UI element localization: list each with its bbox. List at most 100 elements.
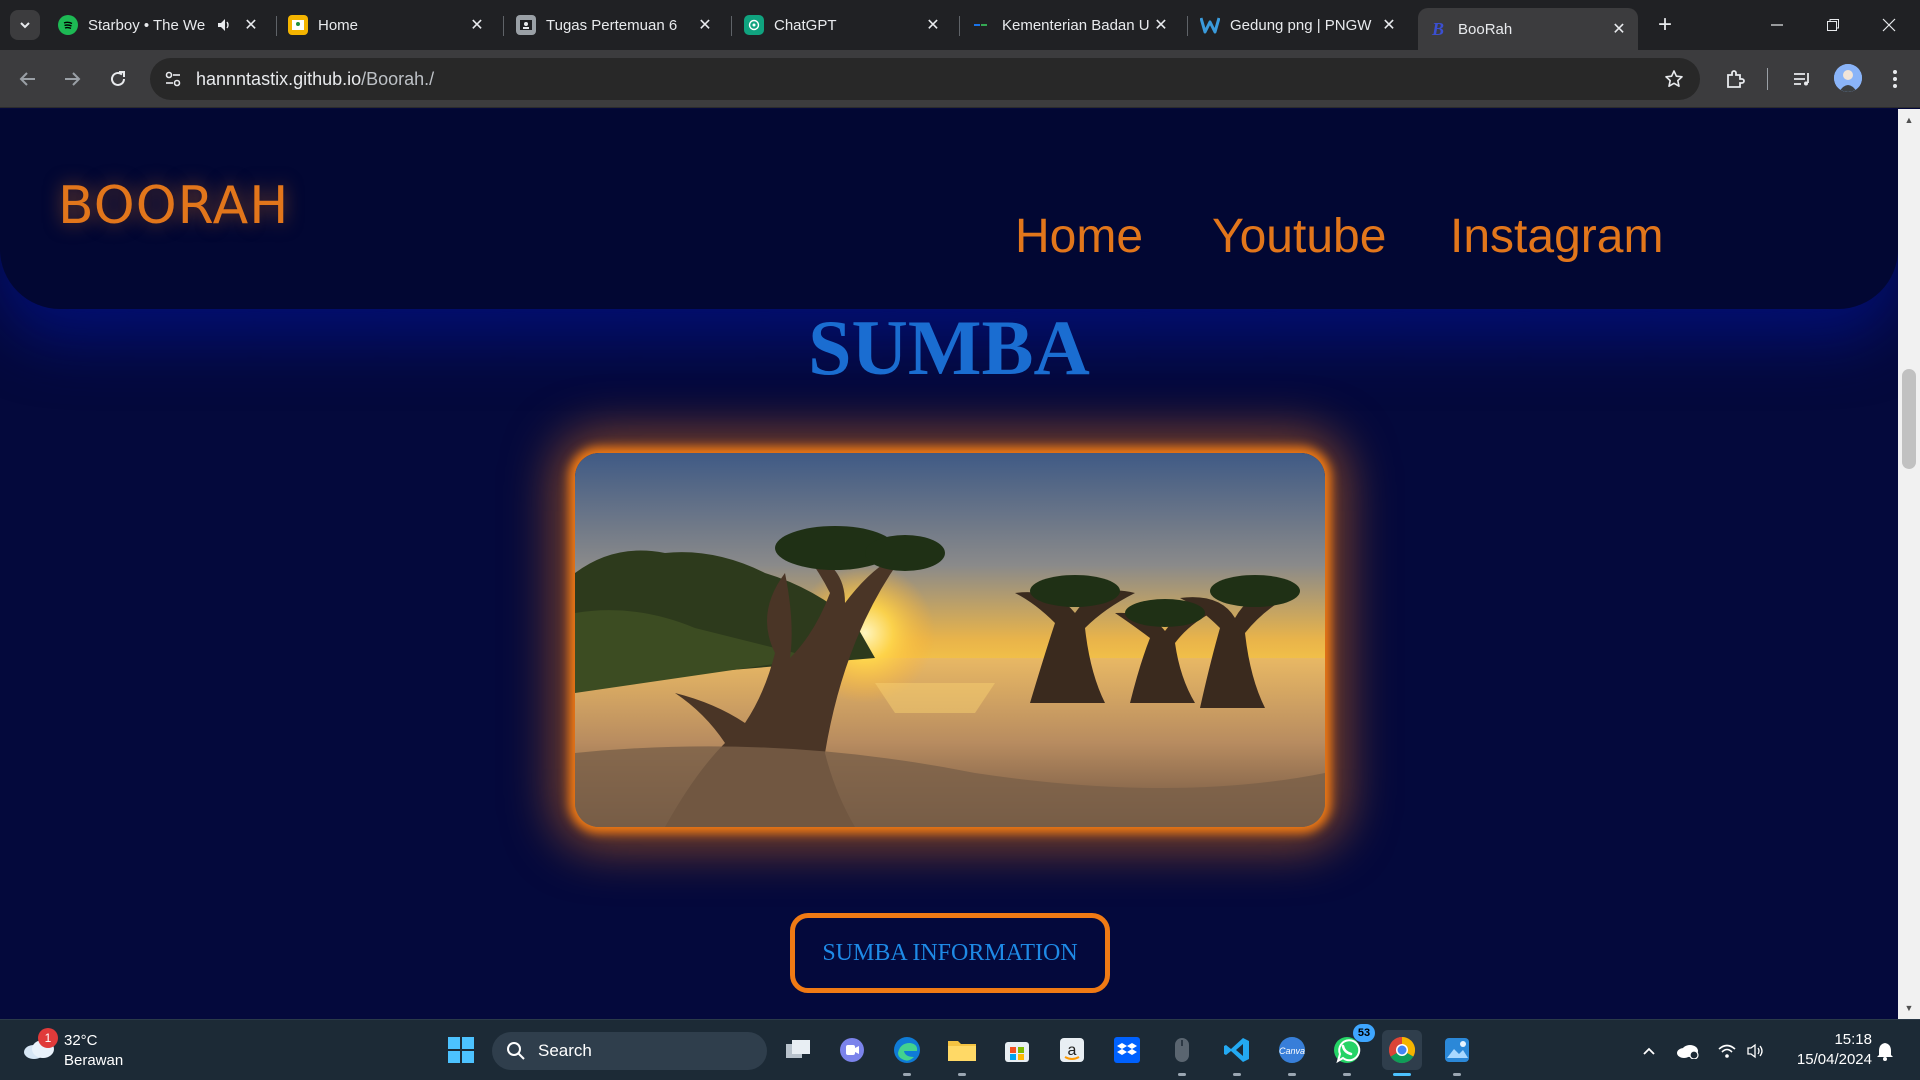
close-tab-icon[interactable]: ✕ [922, 14, 944, 36]
teams-icon [840, 1038, 864, 1062]
chrome-button[interactable] [1382, 1030, 1422, 1076]
microsoft-store-button[interactable] [997, 1030, 1037, 1070]
site-logo[interactable]: BOORAH [58, 176, 289, 236]
plus-icon: + [1657, 11, 1672, 38]
extensions-button[interactable] [1720, 64, 1750, 94]
weather-temperature: 32°C [64, 1032, 98, 1049]
folder-icon [948, 1041, 976, 1061]
more-vertical-icon [1893, 70, 1897, 88]
file-explorer-button[interactable] [942, 1030, 982, 1076]
task-view-button[interactable] [778, 1030, 818, 1070]
toolbar-divider [1767, 68, 1768, 90]
browser-menu-button[interactable] [1880, 64, 1910, 94]
close-tab-icon[interactable]: ✕ [240, 14, 262, 36]
tab-title: Gedung png | PNGW [1230, 16, 1372, 34]
bookmark-star-icon[interactable] [1662, 67, 1686, 91]
page-scrollbar[interactable]: ▲ ▼ [1898, 109, 1920, 1019]
whatsapp-button[interactable]: 53 [1327, 1024, 1375, 1076]
running-indicator [1288, 1073, 1296, 1076]
tab-boorah-active[interactable]: B BooRah ✕ [1418, 8, 1638, 50]
browser-toolbar: hannntastix.github.io/Boorah./ [0, 50, 1920, 108]
notifications-bell-icon[interactable] [1872, 1038, 1898, 1064]
weather-widget[interactable]: 1 32°C Berawan [20, 1028, 150, 1072]
tab-pngwing[interactable]: Gedung png | PNGW ✕ [1190, 8, 1408, 42]
chatgpt-icon [744, 15, 764, 35]
clock-time: 15:18 [1834, 1031, 1872, 1048]
profile-avatar[interactable] [1834, 64, 1862, 92]
url-text[interactable]: hannntastix.github.io/Boorah./ [196, 69, 434, 90]
amazon-icon: a [1060, 1038, 1084, 1062]
reload-button[interactable] [102, 63, 134, 95]
tab-divider [959, 16, 960, 36]
restore-icon [1827, 19, 1839, 31]
tab-tugas[interactable]: Tugas Pertemuan 6 ✕ [506, 8, 724, 42]
system-clock[interactable]: 15:18 15/04/2024 [1782, 1030, 1872, 1070]
wifi-icon[interactable] [1714, 1038, 1740, 1064]
nav-link-home[interactable]: Home [1015, 209, 1143, 264]
sumba-information-button[interactable]: SUMBA INFORMATION [790, 913, 1110, 993]
running-indicator [903, 1073, 911, 1076]
url-host: hannntastix.github.io [196, 69, 362, 89]
close-tab-icon[interactable]: ✕ [466, 14, 488, 36]
back-button[interactable] [12, 63, 44, 95]
scroll-up-arrow-icon[interactable]: ▲ [1898, 111, 1920, 129]
tab-spotify[interactable]: Starboy • The We ✕ [48, 8, 270, 42]
vscode-button[interactable] [1217, 1030, 1257, 1076]
tab-search-button[interactable] [10, 10, 40, 40]
show-hidden-icons-button[interactable] [1636, 1038, 1662, 1064]
page-title: SUMBA [808, 304, 1090, 391]
weather-condition: Berawan [64, 1052, 124, 1069]
minimize-button[interactable] [1749, 0, 1805, 50]
pngwing-icon [1200, 15, 1220, 35]
svg-text:a: a [1068, 1042, 1077, 1059]
ministry-icon [972, 15, 992, 35]
running-indicator [1233, 1073, 1241, 1076]
edge-button[interactable] [887, 1030, 927, 1076]
nav-link-instagram[interactable]: Instagram [1450, 209, 1663, 264]
close-tab-icon[interactable]: ✕ [1150, 14, 1172, 36]
tab-divider [1187, 16, 1188, 36]
restore-button[interactable] [1805, 0, 1861, 50]
new-tab-button[interactable]: + [1650, 10, 1680, 40]
tab-divider [503, 16, 504, 36]
scroll-down-arrow-icon[interactable]: ▼ [1898, 999, 1920, 1017]
running-indicator [1343, 1073, 1351, 1076]
svg-text:Canva: Canva [1279, 1046, 1305, 1056]
task-view-icon [786, 1040, 810, 1058]
forward-button[interactable] [56, 63, 88, 95]
tab-title: Tugas Pertemuan 6 [546, 16, 678, 34]
tab-home[interactable]: Home ✕ [278, 8, 496, 42]
vscode-icon [1224, 1038, 1249, 1062]
media-control-button[interactable] [1787, 64, 1817, 94]
boorah-icon: B [1431, 18, 1444, 39]
tab-kementerian[interactable]: Kementerian Badan U ✕ [962, 8, 1180, 42]
teams-chat-button[interactable] [832, 1030, 872, 1070]
puzzle-icon [1727, 70, 1745, 88]
tab-divider [276, 16, 277, 36]
onedrive-tray-icon[interactable] [1674, 1038, 1700, 1064]
close-tab-icon[interactable]: ✕ [1378, 14, 1400, 36]
nav-link-youtube[interactable]: Youtube [1212, 209, 1386, 264]
browser-tab-strip: Starboy • The We ✕ Home ✕ Tugas Pertemua… [0, 0, 1920, 50]
volume-icon[interactable] [1743, 1038, 1769, 1064]
canva-button[interactable]: Canva [1272, 1030, 1312, 1076]
close-window-button[interactable] [1861, 0, 1917, 50]
edge-icon [894, 1037, 920, 1063]
close-tab-icon[interactable]: ✕ [694, 14, 716, 36]
speaker-icon[interactable] [214, 17, 234, 33]
taskbar-search[interactable]: Search [492, 1032, 767, 1070]
chevron-up-icon [1643, 1047, 1655, 1055]
start-button[interactable] [441, 1030, 481, 1070]
site-info-icon[interactable] [162, 68, 184, 90]
amazon-button[interactable]: a [1052, 1030, 1092, 1070]
close-tab-icon[interactable]: ✕ [1608, 18, 1630, 40]
tab-chatgpt[interactable]: ChatGPT ✕ [734, 8, 952, 42]
photos-button[interactable] [1437, 1030, 1477, 1076]
sumba-sunset-image [575, 453, 1325, 827]
media-queue-icon [1794, 73, 1809, 86]
arrow-left-icon [19, 72, 35, 86]
dropbox-button[interactable] [1107, 1030, 1147, 1070]
mouse-app-button[interactable] [1162, 1030, 1202, 1076]
address-bar[interactable]: hannntastix.github.io/Boorah./ [150, 58, 1700, 100]
scroll-thumb[interactable] [1902, 369, 1916, 469]
